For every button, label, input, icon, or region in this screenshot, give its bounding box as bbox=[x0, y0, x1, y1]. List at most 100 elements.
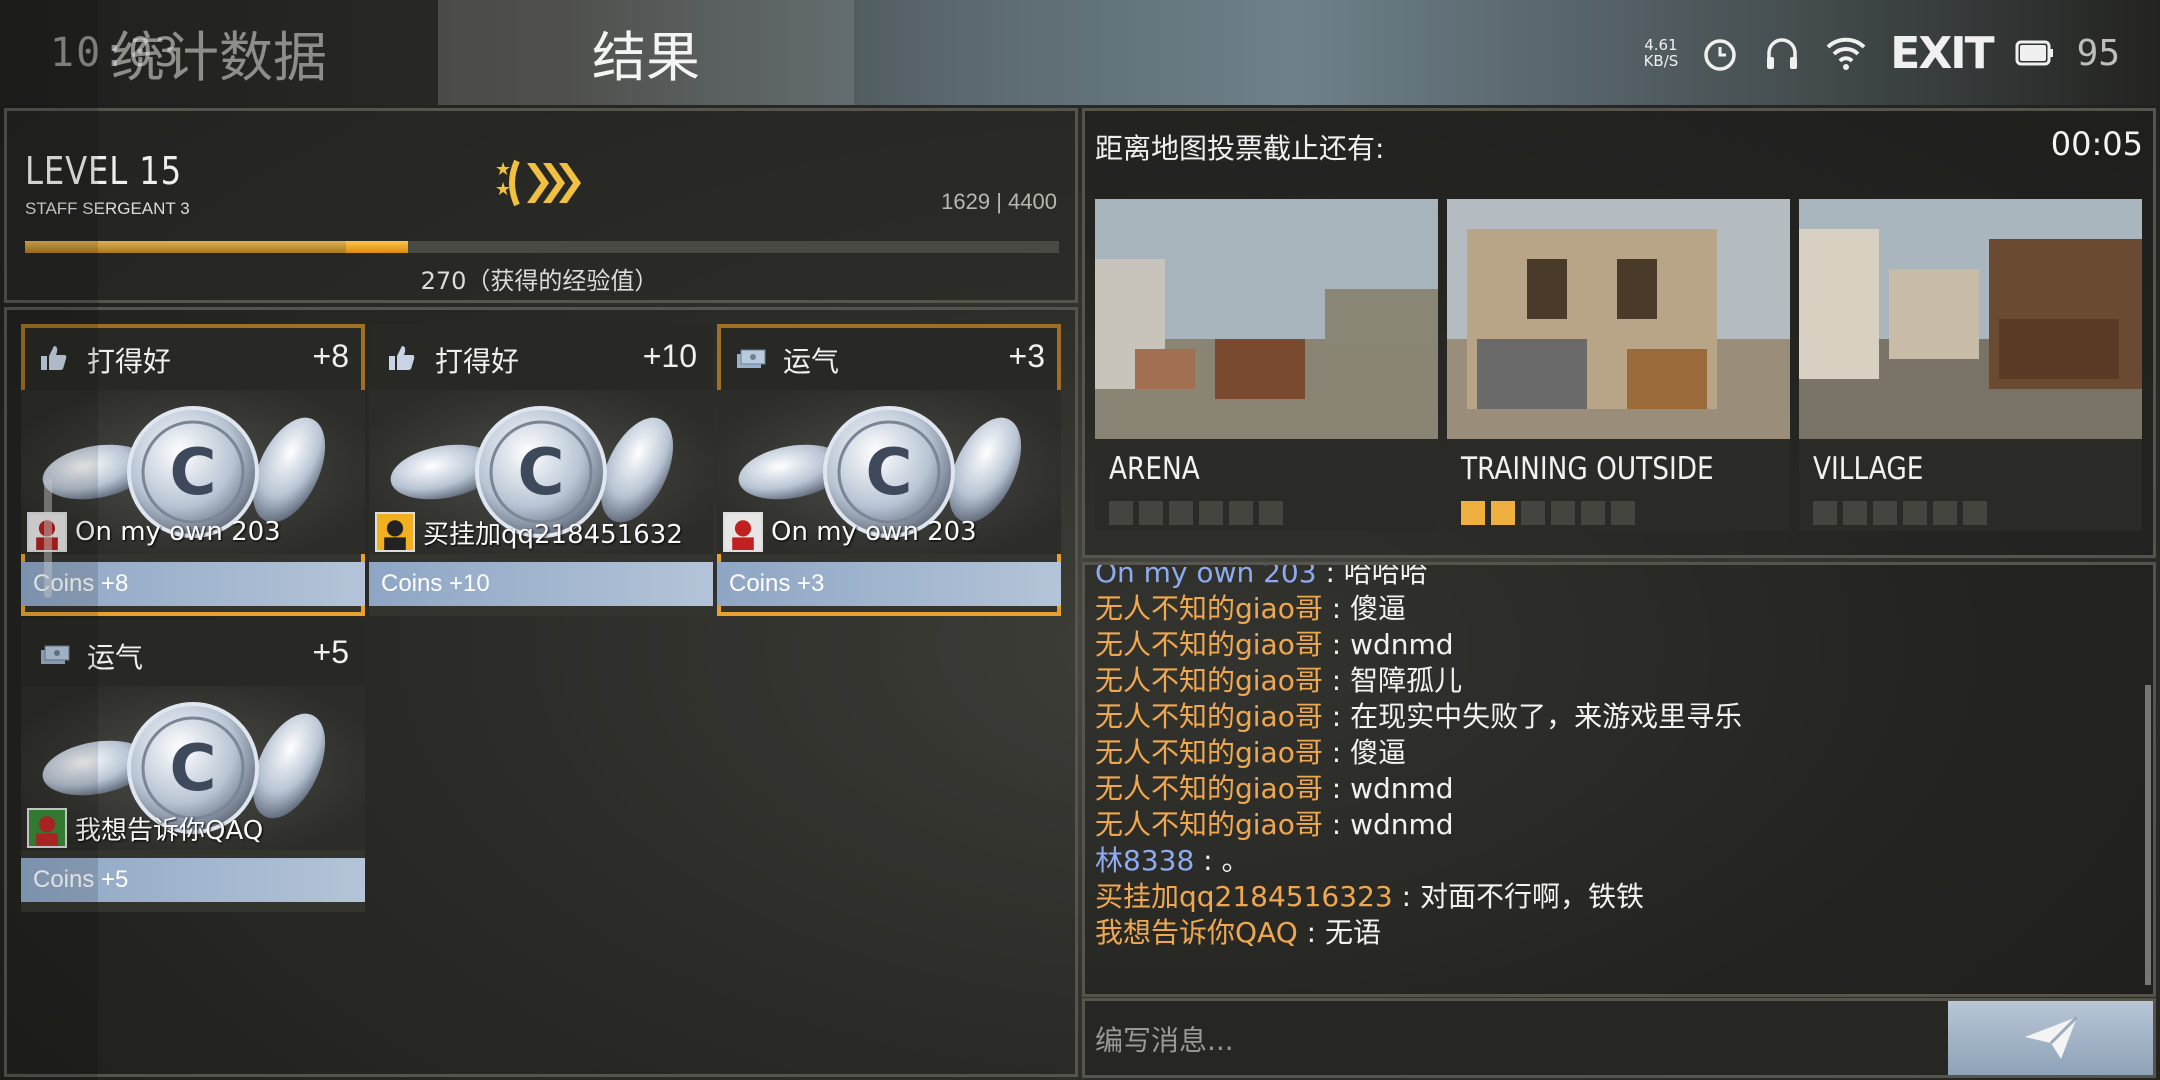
reward-amount: +5 bbox=[312, 634, 349, 670]
send-icon bbox=[2024, 1015, 2078, 1059]
reward-card[interactable]: 打得好 +10 C 买挂加qq218451632 Coins +10 bbox=[369, 324, 713, 616]
svg-text:★: ★ bbox=[495, 159, 511, 180]
svg-text:★: ★ bbox=[495, 179, 511, 200]
chat-sender[interactable]: 无人不知的giao哥 bbox=[1095, 808, 1323, 841]
map-name: ARENA bbox=[1109, 451, 1200, 487]
reward-title: 打得好 bbox=[435, 345, 520, 378]
map-name: TRAINING OUTSIDE bbox=[1461, 451, 1714, 487]
vote-slot bbox=[1259, 501, 1283, 525]
vote-slot bbox=[1109, 501, 1133, 525]
chat-sender[interactable]: 买挂加qq2184516323 bbox=[1095, 880, 1393, 913]
chat-sender[interactable]: On my own 203 bbox=[1095, 565, 1317, 589]
reward-player: 我想告诉你QAQ bbox=[27, 808, 263, 848]
chat-text: 智障孤儿 bbox=[1350, 664, 1463, 697]
chat-message: 无人不知的giao哥 : 在现实中失败了，来游戏里寻乐 bbox=[1095, 695, 1742, 735]
rank-insignia-icon: ★ ★ bbox=[495, 159, 581, 207]
reward-card-header: 打得好 +8 bbox=[21, 324, 365, 390]
vote-count-indicator bbox=[1813, 501, 1987, 525]
chat-text: wdnmd bbox=[1350, 772, 1454, 805]
chat-message: 买挂加qq2184516323 : 对面不行啊，铁铁 bbox=[1095, 875, 1644, 915]
chat-sender[interactable]: 无人不知的giao哥 bbox=[1095, 700, 1323, 733]
map-preview-image bbox=[1447, 199, 1790, 439]
chat-text: wdnmd bbox=[1350, 628, 1454, 661]
reward-coins: Coins +3 bbox=[717, 562, 1061, 606]
vote-slot bbox=[1199, 501, 1223, 525]
vote-deadline-label: 距离地图投票截止还有: bbox=[1095, 132, 1385, 165]
reward-title: 打得好 bbox=[87, 345, 172, 378]
rewards-area: 打得好 +8 C On my own 203 Coins +8 打得好 +10 C 买挂加qq2… bbox=[4, 307, 1078, 1077]
chat-scrollbar[interactable] bbox=[2145, 685, 2151, 985]
reward-card-header: 运气 +5 bbox=[21, 620, 365, 686]
reward-player-name: On my own 203 bbox=[75, 517, 281, 547]
reward-coins: Coins +5 bbox=[21, 858, 365, 902]
reward-player: On my own 203 bbox=[723, 512, 977, 552]
chat-sender[interactable]: 无人不知的giao哥 bbox=[1095, 772, 1323, 805]
chat-message: 我想告诉你QAQ : 无语 bbox=[1095, 911, 1381, 951]
cash-icon bbox=[735, 344, 766, 372]
player-rank: STAFF SERGEANT 3 bbox=[25, 199, 190, 218]
vote-slot bbox=[1229, 501, 1253, 525]
chat-sender[interactable]: 无人不知的giao哥 bbox=[1095, 664, 1323, 697]
vote-slot bbox=[1611, 501, 1635, 525]
vote-slot bbox=[1813, 501, 1837, 525]
map-option-card[interactable]: ARENA bbox=[1095, 199, 1438, 531]
chat-message: 无人不知的giao哥 : 傻逼 bbox=[1095, 731, 1406, 771]
vote-slot bbox=[1843, 501, 1867, 525]
network-speed-value: 4.61 bbox=[1644, 36, 1678, 54]
svg-text:C: C bbox=[866, 436, 913, 510]
vote-slot bbox=[1903, 501, 1927, 525]
chat-text: 无语 bbox=[1324, 916, 1381, 949]
vote-slot bbox=[1521, 501, 1545, 525]
chat-sender[interactable]: 无人不知的giao哥 bbox=[1095, 628, 1323, 661]
reward-player-name: On my own 203 bbox=[771, 517, 977, 547]
vote-slot bbox=[1169, 501, 1193, 525]
headphones-icon bbox=[1767, 38, 1798, 69]
reward-coins: Coins +10 bbox=[369, 562, 713, 606]
chat-sender[interactable]: 林8338 bbox=[1095, 844, 1194, 877]
xp-gained-label: 270（获得的经验值） bbox=[420, 267, 659, 295]
xp-count: 1629 | 4400 bbox=[941, 189, 1057, 214]
chat-separator: : bbox=[1322, 628, 1351, 661]
vote-slot bbox=[1933, 501, 1957, 525]
send-button[interactable] bbox=[1948, 1001, 2153, 1075]
chat-separator: : bbox=[1316, 562, 1344, 589]
vote-slot bbox=[1139, 501, 1163, 525]
network-speed: 4.61 KB/S bbox=[1644, 37, 1679, 69]
chat-log[interactable]: On my own 203 : 哈哈哈 无人不知的giao哥 : 傻逼 无人不知的g… bbox=[1082, 562, 2156, 997]
map-preview-image bbox=[1095, 199, 1438, 439]
svg-text:C: C bbox=[518, 436, 565, 510]
chat-text: wdnmd bbox=[1350, 808, 1454, 841]
reward-card[interactable]: 打得好 +8 C On my own 203 Coins +8 bbox=[21, 324, 365, 616]
chat-separator: : bbox=[1194, 844, 1222, 877]
reward-card[interactable]: 运气 +5 C 我想告诉你QAQ Coins +5 bbox=[21, 620, 365, 912]
player-avatar bbox=[723, 512, 763, 552]
chat-text: 傻逼 bbox=[1350, 592, 1407, 625]
chat-sender[interactable]: 无人不知的giao哥 bbox=[1095, 736, 1323, 769]
player-level: LEVEL 15 bbox=[25, 149, 183, 193]
chat-separator: : bbox=[1297, 916, 1325, 949]
reward-card[interactable]: 运气 +3 C On my own 203 Coins +3 bbox=[717, 324, 1061, 616]
battery-icon bbox=[2015, 40, 2053, 66]
exit-button[interactable]: EXIT bbox=[1890, 28, 1994, 79]
chat-separator: : bbox=[1322, 772, 1351, 805]
chat-text: 哈哈哈 bbox=[1343, 562, 1428, 589]
chat-message: 无人不知的giao哥 : 智障孤儿 bbox=[1095, 659, 1462, 699]
reward-coins: Coins +8 bbox=[21, 562, 365, 606]
thumbs-up-icon bbox=[387, 344, 417, 372]
chat-separator: : bbox=[1322, 808, 1351, 841]
map-option-card[interactable]: TRAINING OUTSIDE bbox=[1447, 199, 1790, 531]
reward-player-name: 我想告诉你QAQ bbox=[75, 815, 264, 846]
cash-icon bbox=[39, 640, 70, 668]
side-drawer-handle[interactable] bbox=[44, 478, 52, 598]
vote-slot bbox=[1551, 501, 1575, 525]
xp-progress-gained bbox=[346, 241, 408, 253]
reward-player: 买挂加qq218451632 bbox=[375, 512, 683, 552]
tab-results[interactable]: 结果 bbox=[438, 0, 854, 105]
vote-slot bbox=[1491, 501, 1515, 525]
status-time: 10:03 bbox=[50, 30, 181, 76]
map-option-card[interactable]: VILLAGE bbox=[1799, 199, 2142, 531]
chat-sender[interactable]: 我想告诉你QAQ bbox=[1095, 916, 1298, 949]
chat-text: 傻逼 bbox=[1350, 736, 1407, 769]
message-input[interactable] bbox=[1095, 1015, 1935, 1065]
chat-sender[interactable]: 无人不知的giao哥 bbox=[1095, 592, 1323, 625]
